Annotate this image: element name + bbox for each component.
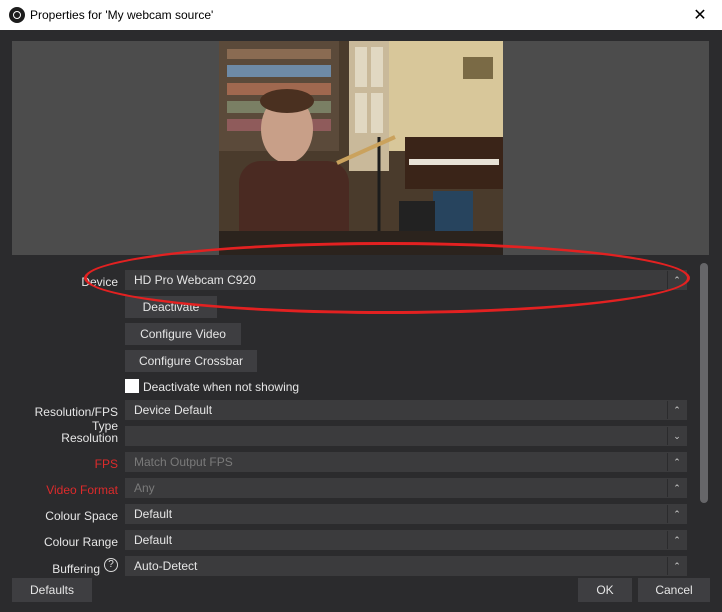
window-title: Properties for 'My webcam source': [30, 8, 214, 22]
resolution-fps-type-select[interactable]: Device Default ⌃: [125, 400, 687, 420]
deactivate-when-not-showing-label: Deactivate when not showing: [143, 380, 300, 394]
close-icon[interactable]: ✕: [678, 0, 722, 30]
help-icon[interactable]: ?: [104, 558, 118, 572]
buffering-select[interactable]: Auto-Detect ⌃: [125, 556, 687, 576]
video-format-label: Video Format: [46, 483, 118, 497]
defaults-button[interactable]: Defaults: [12, 578, 92, 602]
configure-video-button[interactable]: Configure Video: [125, 323, 241, 345]
webcam-preview-image: [219, 41, 503, 255]
ok-button[interactable]: OK: [578, 578, 632, 602]
updown-arrows-icon[interactable]: ⌃: [667, 557, 686, 575]
chevron-down-icon[interactable]: ⌄: [667, 427, 686, 445]
updown-arrows-icon[interactable]: ⌃: [667, 453, 686, 471]
resolution-fps-type-value: Device Default: [134, 403, 213, 417]
buffering-label: Buffering: [52, 562, 100, 576]
updown-arrows-icon[interactable]: ⌃: [667, 401, 686, 419]
updown-arrows-icon[interactable]: ⌃: [667, 479, 686, 497]
fps-label: FPS: [94, 457, 118, 471]
video-format-value: Any: [134, 481, 155, 495]
updown-arrows-icon[interactable]: ⌃: [667, 531, 686, 549]
cancel-button[interactable]: Cancel: [638, 578, 710, 602]
resolution-select[interactable]: ⌄: [125, 426, 687, 446]
colour-range-label: Colour Range: [43, 535, 118, 549]
colour-range-select[interactable]: Default ⌃: [125, 530, 687, 550]
obs-icon: [9, 7, 25, 23]
title-bar: Properties for 'My webcam source' ✕: [0, 0, 722, 30]
source-preview: [12, 41, 709, 255]
colour-range-value: Default: [134, 533, 173, 547]
device-highlight-ellipse: [84, 242, 690, 314]
buffering-value: Auto-Detect: [134, 559, 198, 573]
resolution-fps-type-label: Resolution/FPS Type: [34, 405, 118, 433]
resolution-label: Resolution: [61, 431, 118, 445]
colour-space-label: Colour Space: [45, 509, 118, 523]
deactivate-when-not-showing-checkbox[interactable]: [125, 379, 139, 393]
fps-value: Match Output FPS: [134, 455, 233, 469]
updown-arrows-icon[interactable]: ⌃: [667, 505, 686, 523]
colour-space-select[interactable]: Default ⌃: [125, 504, 687, 524]
fps-select[interactable]: Match Output FPS ⌃: [125, 452, 687, 472]
colour-space-value: Default: [134, 507, 173, 521]
video-format-select[interactable]: Any ⌃: [125, 478, 687, 498]
properties-scrollbar-thumb[interactable]: [700, 263, 708, 503]
configure-crossbar-button[interactable]: Configure Crossbar: [125, 350, 257, 372]
